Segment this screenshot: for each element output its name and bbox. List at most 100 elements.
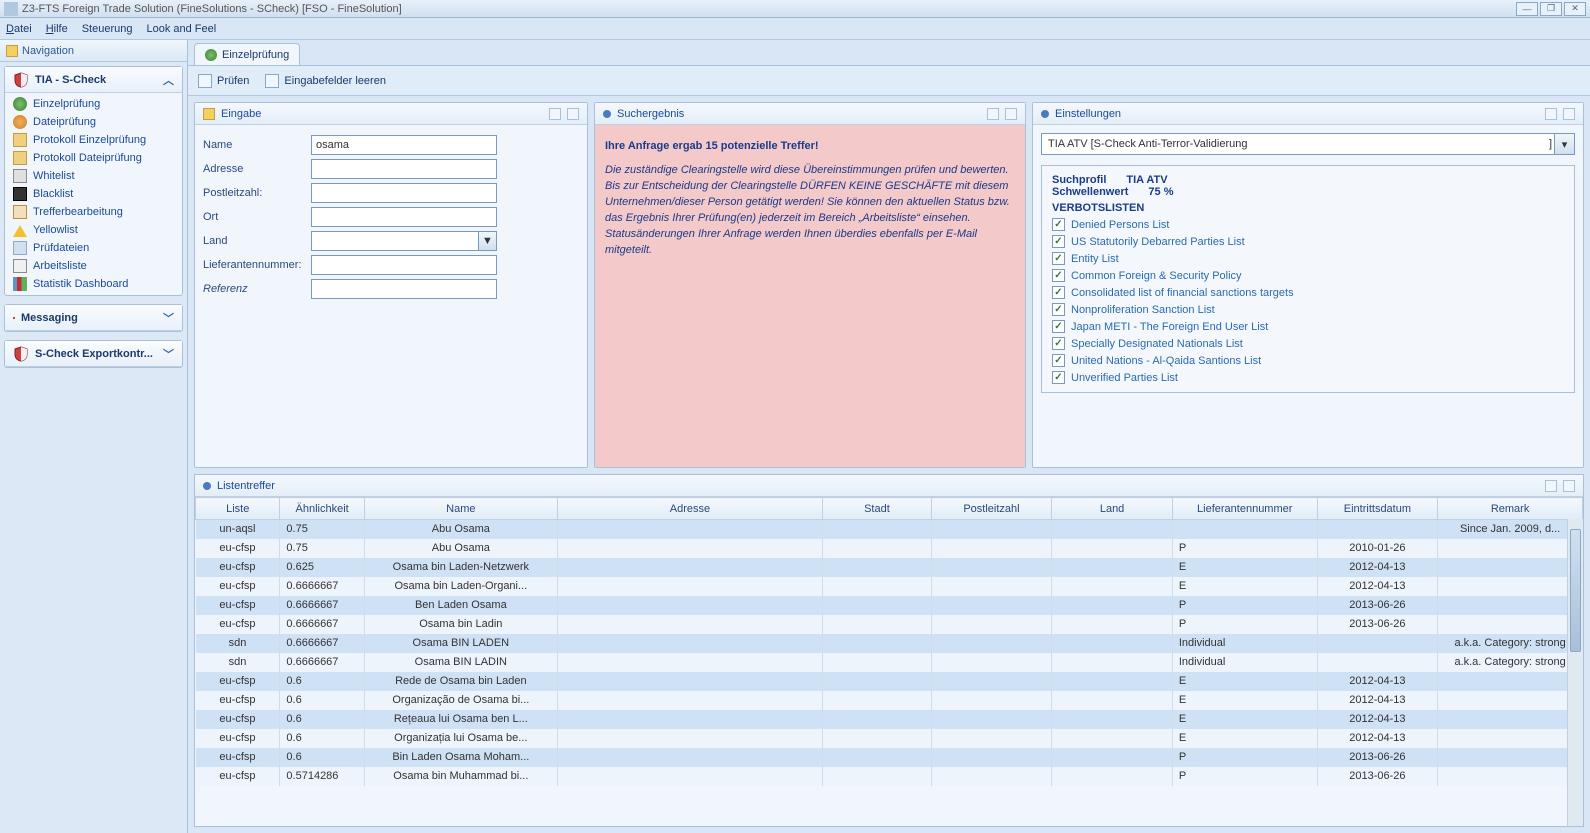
combo-profil[interactable]: TIA ATV [S-Check Anti-Terror-Validierung… bbox=[1041, 133, 1575, 155]
expand-icon[interactable] bbox=[1563, 108, 1575, 120]
expand-icon[interactable] bbox=[567, 108, 579, 120]
table-cell: P bbox=[1172, 539, 1317, 558]
table-cell: 2012-04-13 bbox=[1317, 558, 1438, 577]
checkbox-row[interactable]: ✓Consolidated list of financial sanction… bbox=[1052, 286, 1564, 299]
table-cell: P bbox=[1172, 748, 1317, 767]
nav-item-protokoll-datei[interactable]: Protokoll Dateiprüfung bbox=[5, 149, 182, 167]
table-cell bbox=[823, 634, 932, 653]
checkbox-row[interactable]: ✓Specially Designated Nationals List bbox=[1052, 337, 1564, 350]
checkbox-row[interactable]: ✓Unverified Parties List bbox=[1052, 371, 1564, 384]
maximize-button[interactable]: ❐ bbox=[1540, 2, 1562, 16]
column-header[interactable]: Adresse bbox=[557, 498, 822, 520]
column-header[interactable]: Stadt bbox=[823, 498, 932, 520]
table-row[interactable]: eu-cfsp0.625Osama bin Laden-NetzwerkE201… bbox=[196, 558, 1583, 577]
pin-icon[interactable] bbox=[1545, 480, 1557, 492]
column-header[interactable]: Land bbox=[1052, 498, 1173, 520]
input-adresse[interactable] bbox=[311, 159, 497, 179]
table-row[interactable]: eu-cfsp0.6666667Ben Laden OsamaP2013-06-… bbox=[196, 596, 1583, 615]
checkbox-row[interactable]: ✓Nonproliferation Sanction List bbox=[1052, 303, 1564, 316]
checkbox-label: Consolidated list of financial sanctions… bbox=[1071, 287, 1294, 299]
vertical-scrollbar[interactable] bbox=[1567, 519, 1583, 826]
menu-hilfe[interactable]: Hilfe bbox=[46, 23, 68, 35]
column-header[interactable]: Lieferantennummer bbox=[1172, 498, 1317, 520]
input-lieferantennummer[interactable] bbox=[311, 255, 497, 275]
menu-lookfeel[interactable]: Look and Feel bbox=[146, 23, 216, 35]
checkbox-row[interactable]: ✓US Statutorily Debarred Parties List bbox=[1052, 235, 1564, 248]
input-plz[interactable] bbox=[311, 183, 497, 203]
menu-datei[interactable]: Datei bbox=[6, 23, 32, 35]
close-button[interactable]: ✕ bbox=[1564, 2, 1586, 16]
expand-icon[interactable] bbox=[1563, 480, 1575, 492]
nav-item-pruefdateien[interactable]: Prüfdateien bbox=[5, 239, 182, 257]
table-cell: 0.6 bbox=[280, 729, 364, 748]
checkbox-row[interactable]: ✓United Nations - Al-Qaida Santions List bbox=[1052, 354, 1564, 367]
table-row[interactable]: eu-cfsp0.6Rețeaua lui Osama ben L...E201… bbox=[196, 710, 1583, 729]
table-row[interactable]: eu-cfsp0.6Organizația lui Osama be...E20… bbox=[196, 729, 1583, 748]
pruefen-button[interactable]: Prüfen bbox=[198, 74, 249, 88]
checkbox-icon: ✓ bbox=[1052, 354, 1065, 367]
table-row[interactable]: sdn0.6666667Osama BIN LADENIndividuala.k… bbox=[196, 634, 1583, 653]
tab-einzelpruefung[interactable]: Einzelprüfung bbox=[194, 43, 300, 65]
table-row[interactable]: sdn0.6666667Osama BIN LADINIndividuala.k… bbox=[196, 653, 1583, 672]
leeren-button[interactable]: Eingabefelder leeren bbox=[265, 74, 386, 88]
checkbox-icon: ✓ bbox=[1052, 269, 1065, 282]
nav-item-whitelist[interactable]: Whitelist bbox=[5, 167, 182, 185]
nav-item-arbeitsliste[interactable]: Arbeitsliste bbox=[5, 257, 182, 275]
table-row[interactable]: eu-cfsp0.6Rede de Osama bin LadenE2012-0… bbox=[196, 672, 1583, 691]
pin-icon[interactable] bbox=[549, 108, 561, 120]
column-header[interactable]: Name bbox=[364, 498, 557, 520]
table-cell bbox=[1438, 558, 1583, 577]
table-cell bbox=[931, 520, 1052, 539]
nav-item-yellowlist[interactable]: Yellowlist bbox=[5, 221, 182, 239]
checkbox-row[interactable]: ✓Common Foreign & Security Policy bbox=[1052, 269, 1564, 282]
nav-item-protokoll-einzel[interactable]: Protokoll Einzelprüfung bbox=[5, 131, 182, 149]
table-cell bbox=[1438, 577, 1583, 596]
accordion-header-scheck[interactable]: TIA - S-Check ︿ bbox=[5, 67, 182, 93]
table-row[interactable]: eu-cfsp0.6Bin Laden Osama Moham...P2013-… bbox=[196, 748, 1583, 767]
checkbox-row[interactable]: ✓Denied Persons List bbox=[1052, 218, 1564, 231]
column-header[interactable]: Eintrittsdatum bbox=[1317, 498, 1438, 520]
column-header[interactable]: Ähnlichkeit bbox=[280, 498, 364, 520]
nav-item-statistik[interactable]: Statistik Dashboard bbox=[5, 275, 182, 293]
column-header[interactable]: Liste bbox=[196, 498, 280, 520]
table-cell: 0.6666667 bbox=[280, 615, 364, 634]
checkbox-row[interactable]: ✓Entity List bbox=[1052, 252, 1564, 265]
table-row[interactable]: eu-cfsp0.6666667Osama bin Laden-Organi..… bbox=[196, 577, 1583, 596]
pin-icon[interactable] bbox=[1545, 108, 1557, 120]
expand-icon[interactable] bbox=[1005, 108, 1017, 120]
accordion-header-messaging[interactable]: Messaging ﹀ bbox=[5, 305, 182, 331]
globe-icon bbox=[13, 97, 27, 111]
accordion-header-export[interactable]: S-Check Exportkontr... ﹀ bbox=[5, 341, 182, 367]
nav-item-einzelpruefung[interactable]: Einzelprüfung bbox=[5, 95, 182, 113]
warning-icon bbox=[13, 223, 27, 237]
combo-land[interactable]: ▼ bbox=[311, 231, 497, 251]
table-row[interactable]: eu-cfsp0.5714286Osama bin Muhammad bi...… bbox=[196, 767, 1583, 786]
table-row[interactable]: eu-cfsp0.6666667Osama bin LadinP2013-06-… bbox=[196, 615, 1583, 634]
input-referenz[interactable] bbox=[311, 279, 497, 299]
nav-item-trefferbearbeitung[interactable]: Trefferbearbeitung bbox=[5, 203, 182, 221]
table-cell bbox=[823, 615, 932, 634]
toolbar: Prüfen Eingabefelder leeren bbox=[188, 66, 1590, 96]
table-cell bbox=[1052, 539, 1173, 558]
table-cell: 0.6666667 bbox=[280, 596, 364, 615]
table-row[interactable]: eu-cfsp0.75Abu OsamaP2010-01-26 bbox=[196, 539, 1583, 558]
table-cell bbox=[823, 539, 932, 558]
table-cell: Abu Osama bbox=[364, 539, 557, 558]
nav-item-blacklist[interactable]: Blacklist bbox=[5, 185, 182, 203]
accordion-scheck: TIA - S-Check ︿ Einzelprüfung Dateiprüfu… bbox=[4, 66, 183, 296]
table-cell: 0.75 bbox=[280, 520, 364, 539]
table-row[interactable]: eu-cfsp0.6Organização de Osama bi...E201… bbox=[196, 691, 1583, 710]
input-ort[interactable] bbox=[311, 207, 497, 227]
input-name[interactable] bbox=[311, 135, 497, 155]
scrollbar-thumb[interactable] bbox=[1570, 529, 1581, 652]
column-header[interactable]: Postleitzahl bbox=[931, 498, 1052, 520]
table-row[interactable]: un-aqsl0.75Abu OsamaSince Jan. 2009, d..… bbox=[196, 520, 1583, 539]
minimize-button[interactable]: — bbox=[1516, 2, 1538, 16]
table-cell: 2012-04-13 bbox=[1317, 577, 1438, 596]
checkbox-row[interactable]: ✓Japan METI - The Foreign End User List bbox=[1052, 320, 1564, 333]
table-wrap: ListeÄhnlichkeitNameAdresseStadtPostleit… bbox=[195, 497, 1583, 826]
menu-steuerung[interactable]: Steuerung bbox=[82, 23, 133, 35]
nav-item-dateipruefung[interactable]: Dateiprüfung bbox=[5, 113, 182, 131]
column-header[interactable]: Remark bbox=[1438, 498, 1583, 520]
pin-icon[interactable] bbox=[987, 108, 999, 120]
